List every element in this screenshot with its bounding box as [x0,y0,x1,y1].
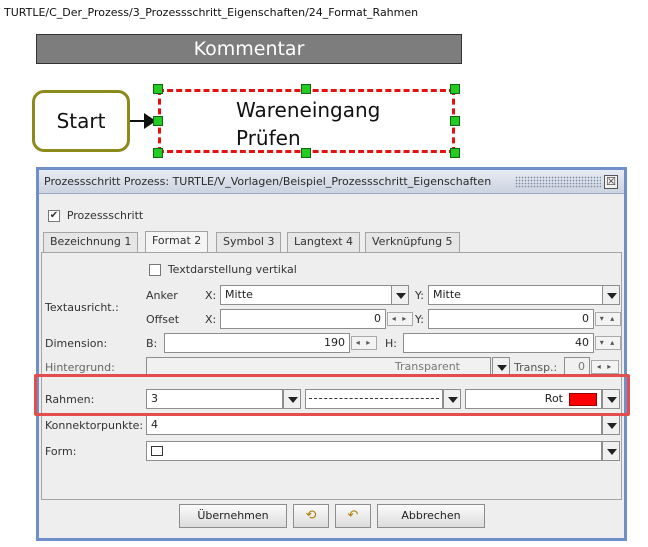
dialog-title: Prozessschritt Prozess: TURTLE/V_Vorlage… [44,175,492,188]
selection-handle[interactable] [153,84,163,94]
offset-x-label: X: [205,313,217,326]
frame-row-highlight [34,374,630,416]
shape-label: Form: [45,445,77,458]
selection-handle[interactable] [301,84,311,94]
process-step-line-1: Wareneingang [236,98,381,122]
selection-handle[interactable] [153,148,163,158]
process-step-label: Wareneingang Prüfen [236,96,380,152]
rectangle-shape-icon [151,446,163,456]
tab-format[interactable]: Format 2 [145,231,209,253]
selection-handle[interactable] [450,84,460,94]
height-input[interactable]: 40 [403,333,594,353]
offset-x-stepper[interactable]: ◂ ▸ [387,312,413,326]
apply-button[interactable]: Übernehmen [179,504,287,528]
selection-handle[interactable] [450,116,460,126]
selection-handle[interactable] [301,148,311,158]
chevron-down-icon[interactable] [602,415,620,435]
start-node: Start [32,90,130,152]
height-stepper[interactable]: ▾ ▴ [595,336,621,350]
offset-label: Offset [146,313,180,326]
selection-handle[interactable] [153,116,163,126]
process-checkbox[interactable]: ✔ [48,209,60,222]
undo-icon[interactable]: ↶ [335,504,371,528]
chevron-down-icon[interactable] [391,285,409,305]
chevron-down-icon[interactable] [602,285,620,305]
anchor-y-label: Y: [415,289,424,302]
vertical-text-checkbox[interactable] [149,263,161,276]
cancel-button[interactable]: Abbrechen [377,504,485,528]
comment-box: Kommentar [36,34,462,64]
background-label: Hintergrund: [45,361,115,374]
transparency-label: Transp.: [514,361,558,374]
anchor-y-select[interactable]: Mitte [428,285,603,305]
refresh-icon[interactable]: ⟲ [293,504,329,528]
tab-verknuepfung[interactable]: Verknüpfung 5 [365,232,460,252]
dialog-titlebar[interactable]: Prozessschritt Prozess: TURTLE/V_Vorlage… [39,170,624,194]
text-alignment-label: Textausricht.: [45,301,119,314]
vertical-text-row[interactable]: Textdarstellung vertikal [149,262,297,276]
offset-x-input[interactable]: 0 [220,309,386,329]
connector-points-label: Konnektorpunkte: [45,419,144,432]
process-checkbox-label: Prozessschritt [66,209,144,222]
shape-select[interactable] [146,441,602,461]
titlebar-grip [515,176,601,188]
dimension-label: Dimension: [45,337,108,350]
height-label: H: [385,337,397,350]
properties-dialog: Prozessschritt Prozess: TURTLE/V_Vorlage… [36,167,627,541]
offset-y-input[interactable]: 0 [428,309,594,329]
chevron-down-icon[interactable] [602,441,620,461]
width-input[interactable]: 190 [164,333,350,353]
offset-y-label: Y: [415,313,424,326]
tab-symbol[interactable]: Symbol 3 [216,232,282,252]
tab-langtext[interactable]: Langtext 4 [287,232,361,252]
tab-bezeichnung[interactable]: Bezeichnung 1 [43,232,139,252]
width-stepper[interactable]: ◂ ▸ [351,336,377,350]
anchor-x-select[interactable]: Mitte [220,285,392,305]
anchor-x-label: X: [205,289,217,302]
width-label: B: [146,337,158,350]
offset-y-stepper[interactable]: ▾ ▴ [595,312,621,326]
connector-points-select[interactable]: 4 [146,415,602,435]
selection-handle[interactable] [450,148,460,158]
anchor-label: Anker [146,289,178,302]
process-checkbox-row[interactable]: ✔ Prozessschritt [48,208,143,222]
close-icon[interactable]: ☒ [604,175,618,189]
breadcrumb: TURTLE/C_Der_Prozess/3_Prozessschritt_Ei… [4,6,419,19]
transparency-stepper[interactable]: ◂ ▸ [591,360,619,374]
vertical-text-label: Textdarstellung vertikal [167,263,297,276]
